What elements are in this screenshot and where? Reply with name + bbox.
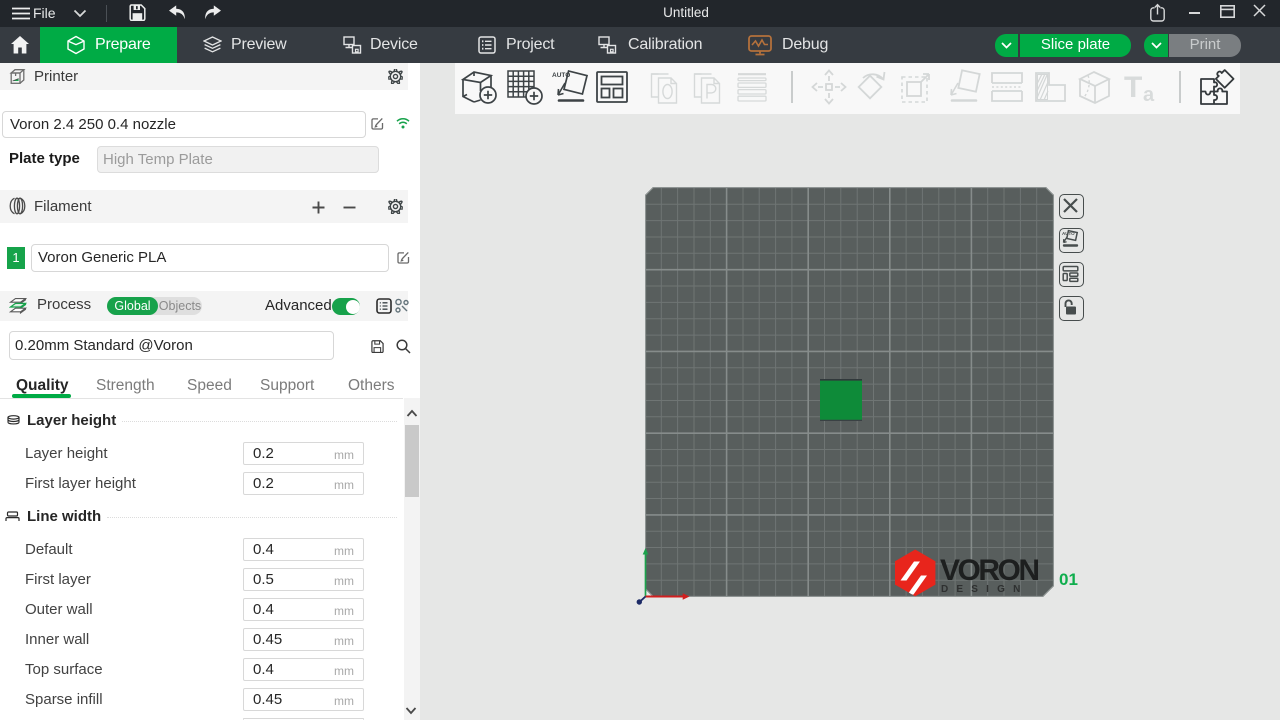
- svg-text:VORON: VORON: [940, 554, 1040, 587]
- svg-text:DESIGN: DESIGN: [941, 584, 1029, 595]
- svg-text:a: a: [1143, 84, 1155, 105]
- svg-text:T: T: [1124, 71, 1142, 104]
- svg-text:AUTO: AUTO: [1062, 231, 1075, 236]
